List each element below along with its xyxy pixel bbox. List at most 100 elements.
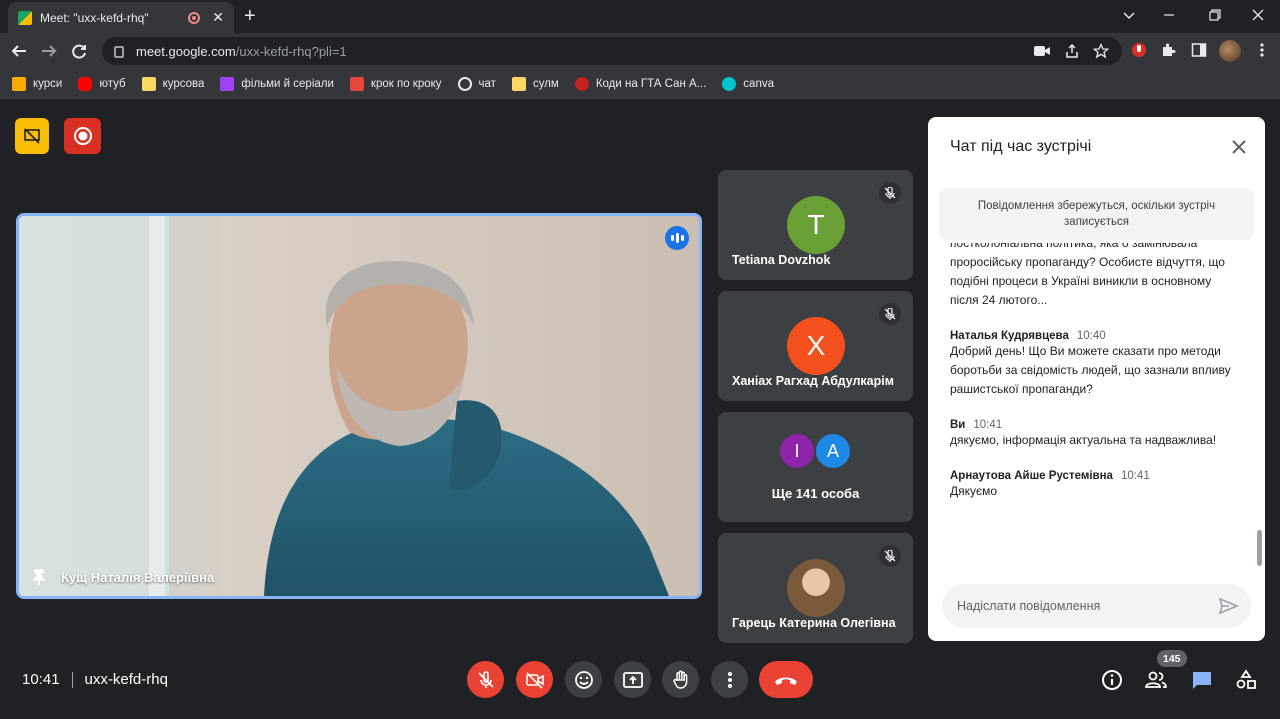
pin-icon[interactable]	[31, 568, 47, 586]
forward-icon[interactable]	[40, 43, 60, 59]
new-tab-button[interactable]: +	[244, 6, 256, 26]
people-icon	[1145, 671, 1167, 688]
more-participants-tile[interactable]: I A Ще 141 особа	[718, 412, 913, 522]
close-window-icon[interactable]	[1251, 8, 1265, 22]
bookmark-item[interactable]: чат	[457, 76, 496, 91]
more-options-button[interactable]	[711, 661, 748, 698]
extension-red-icon[interactable]	[1131, 42, 1147, 58]
canva-icon	[722, 76, 737, 91]
bookmark-item[interactable]: сулм	[511, 76, 559, 91]
share-icon[interactable]	[1064, 43, 1080, 59]
leave-call-button[interactable]	[759, 661, 813, 698]
folder-icon	[141, 76, 156, 91]
main-video-tile[interactable]: Кущ Наталія Валеріївна	[16, 213, 702, 599]
close-icon[interactable]	[1227, 135, 1251, 159]
recording-badge[interactable]	[64, 118, 101, 154]
play-icon	[220, 76, 235, 91]
more-participants-label: Ще 141 особа	[771, 486, 860, 501]
hand-icon	[672, 670, 687, 689]
minimize-icon[interactable]	[1162, 8, 1176, 22]
hang-up-icon	[775, 677, 797, 685]
image-icon	[12, 76, 26, 91]
browser-toolbar: meet.google.com/uxx-kefd-rhq?pli=1	[0, 33, 1280, 69]
participant-tile[interactable]: X Ханіах Рагхад Абдулкарім	[718, 291, 913, 401]
speaker-video	[19, 216, 699, 596]
reload-icon[interactable]	[71, 43, 91, 59]
chat-message-input[interactable]	[942, 584, 1202, 628]
meeting-info-button[interactable]	[1099, 667, 1125, 693]
tab-search-icon[interactable]	[1122, 8, 1136, 22]
chat-input-box	[942, 584, 1251, 628]
url-text: meet.google.com/uxx-kefd-rhq?pli=1	[136, 43, 347, 59]
participant-name: Tetiana Dovzhok	[732, 253, 831, 267]
participant-tile[interactable]: Гарець Катерина Олегівна	[718, 533, 913, 643]
message-text: Добрий день! Що Ви можете сказати про ме…	[950, 344, 1231, 396]
present-button[interactable]	[614, 661, 651, 698]
message-header: Ви 10:41	[950, 419, 1003, 431]
recording-notice: Повідомлення збережуться, оскільки зустр…	[939, 188, 1254, 240]
restore-icon[interactable]	[1208, 8, 1222, 22]
lock-icon	[114, 46, 124, 58]
participant-tile[interactable]: T Tetiana Dovzhok	[718, 170, 913, 280]
camera-toggle-button[interactable]	[516, 661, 553, 698]
meeting-time: 10:41	[22, 671, 60, 688]
browser-tab-strip: Meet: "uxx-kefd-rhq" ✕ +	[0, 0, 1280, 33]
message-header: Наталья Кудрявцева 10:40	[950, 330, 1106, 342]
people-button[interactable]	[1143, 667, 1169, 693]
side-panel-icon[interactable]	[1191, 42, 1207, 58]
reactions-button[interactable]	[565, 661, 602, 698]
main-speaker-label: Кущ Наталія Валеріївна	[31, 568, 214, 586]
raise-hand-button[interactable]	[662, 661, 699, 698]
bookmark-item[interactable]: крок по кроку	[349, 76, 442, 91]
chat-scrollbar[interactable]	[1257, 530, 1262, 566]
bookmark-item[interactable]: ютуб	[78, 76, 126, 91]
openai-icon	[457, 76, 472, 91]
meet-favicon-icon	[18, 10, 32, 25]
main-speaker-name: Кущ Наталія Валеріївна	[61, 569, 215, 585]
send-icon[interactable]	[1217, 595, 1239, 617]
activities-button[interactable]	[1233, 667, 1259, 693]
participant-name: Гарець Катерина Олегівна	[732, 616, 896, 630]
divider	[71, 671, 73, 688]
profile-avatar[interactable]	[1219, 40, 1241, 62]
chat-button[interactable]	[1189, 667, 1215, 693]
no-screen-share-badge[interactable]	[15, 118, 49, 154]
browser-tab-meet[interactable]: Meet: "uxx-kefd-rhq" ✕	[8, 2, 234, 33]
mic-toggle-button[interactable]	[467, 661, 504, 698]
participant-name: Ханіах Рагхад Абдулкарім	[732, 374, 894, 388]
camera-icon[interactable]	[1034, 45, 1050, 57]
no-present-icon	[24, 128, 40, 144]
chat-icon	[1193, 672, 1211, 689]
meet-page: Кущ Наталія Валеріївна T Tetiana Dovzhok…	[0, 100, 1280, 719]
info-icon	[1102, 670, 1122, 690]
message-header: Арнаутова Айше Рустемівна 10:41	[950, 470, 1150, 482]
bookmark-item[interactable]: canva	[722, 76, 774, 91]
browser-menu-icon[interactable]	[1254, 42, 1270, 58]
message-text: постколоніальна політика, яка б замінюва…	[950, 243, 1225, 307]
mic-off-icon	[879, 303, 901, 325]
avatar: A	[814, 432, 852, 470]
bookmark-star-icon[interactable]	[1093, 43, 1109, 59]
meeting-code: uxx-kefd-rhq	[84, 671, 168, 688]
back-icon[interactable]	[10, 43, 30, 59]
address-bar[interactable]: meet.google.com/uxx-kefd-rhq?pli=1	[102, 37, 1122, 65]
mic-off-icon	[879, 182, 901, 204]
message-text: дякуємо, інформація актуальна та надважл…	[950, 433, 1217, 447]
extensions-puzzle-icon[interactable]	[1161, 42, 1177, 58]
present-screen-icon	[622, 671, 643, 688]
tab-title: Meet: "uxx-kefd-rhq"	[40, 10, 149, 25]
emoji-icon	[574, 670, 593, 689]
bookmark-item[interactable]: курси	[12, 76, 62, 91]
gta-icon	[574, 76, 589, 91]
message-text: Дякуємо	[950, 484, 998, 498]
chat-panel: Чат під час зустрічі Повідомлення збереж…	[928, 117, 1265, 641]
youtube-icon	[78, 76, 93, 91]
activities-icon	[1236, 669, 1256, 689]
bookmark-item[interactable]: Коди на ГТА Сан А...	[574, 76, 706, 91]
bookmark-item[interactable]: фільми й серіали	[220, 76, 334, 91]
avatar: X	[787, 317, 845, 375]
avatar: I	[778, 432, 816, 470]
bookmark-item[interactable]: курсова	[141, 76, 204, 91]
tab-close-icon[interactable]: ✕	[212, 9, 224, 26]
camera-off-icon	[525, 671, 544, 689]
